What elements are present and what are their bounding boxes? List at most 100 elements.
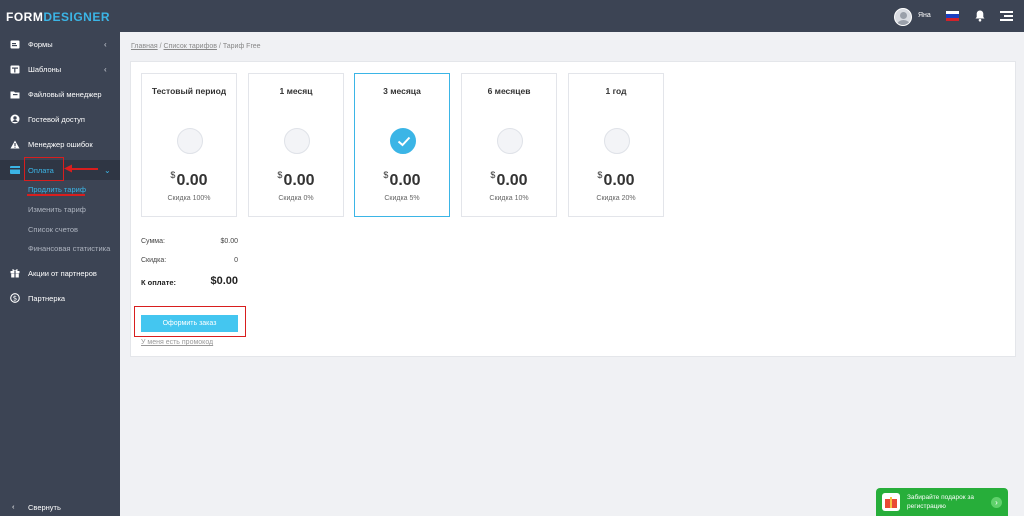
sidebar-item-forms[interactable]: Формы ‹ [0, 34, 120, 54]
plan-discount: Скидка 5% [384, 195, 420, 202]
breadcrumb-tariffs-link[interactable]: Список тарифов [164, 43, 217, 50]
currency-symbol: $ [597, 170, 603, 180]
chevron-right-icon[interactable]: › [991, 497, 1002, 508]
username[interactable]: Яна [918, 12, 931, 19]
sum-value: $0.00 [220, 238, 238, 245]
plan-price: $0.00 [249, 170, 343, 190]
plan-discount: Скидка 0% [278, 195, 314, 202]
sidebar-item-label: Формы [28, 39, 53, 49]
breadcrumb-separator: / [159, 43, 162, 50]
logo-text-form: FORM [6, 10, 44, 24]
plan-1-month[interactable]: 1 месяц $0.00 Скидка 0% [248, 73, 344, 217]
chevron-left-icon: ‹ [104, 64, 107, 74]
chevron-down-icon: ⌄ [104, 165, 111, 175]
plan-name: Тестовый период [151, 86, 227, 96]
submenu-extend-tariff[interactable]: Продлить тариф [28, 185, 86, 194]
bell-icon[interactable] [975, 10, 985, 22]
gift-icon [10, 268, 20, 278]
plan-name: 1 год [605, 86, 627, 96]
plan-price: $0.00 [355, 170, 449, 190]
gift-banner[interactable]: Забирайте подарок за регистрацию › [876, 488, 1008, 516]
currency-symbol: $ [277, 170, 283, 180]
card-icon [10, 165, 20, 175]
promo-code-link[interactable]: У меня есть промокод [141, 339, 213, 346]
templates-icon [10, 64, 20, 74]
avatar[interactable] [894, 8, 912, 26]
user-circle-icon [10, 114, 20, 124]
plan-discount: Скидка 20% [596, 195, 636, 202]
sidebar-item-file-manager[interactable]: Файловый менеджер [0, 84, 120, 104]
sidebar-item-label: Акции от партнеров [28, 268, 97, 278]
plan-1-year[interactable]: 1 год $0.00 Скидка 20% [568, 73, 664, 217]
annotation-arrow-head [64, 164, 72, 173]
flag-ru-icon[interactable] [946, 11, 959, 21]
sidebar: Формы ‹ Шаблоны ‹ Файловый менеджер Гост… [0, 32, 120, 516]
plan-radio[interactable] [497, 128, 523, 154]
plan-discount: Скидка 100% [167, 195, 211, 202]
plan-price: $0.00 [142, 170, 236, 190]
place-order-button[interactable]: Оформить заказ [141, 315, 238, 332]
plan-radio-checked[interactable] [390, 128, 416, 154]
top-bar: FORMDESIGNER Яна [0, 0, 1024, 32]
checkmark-icon [397, 136, 411, 147]
forms-icon [10, 39, 20, 49]
plan-radio[interactable] [177, 128, 203, 154]
chevron-left-icon: ‹ [12, 502, 15, 511]
svg-text:$: $ [13, 295, 17, 303]
sidebar-item-guest-access[interactable]: Гостевой доступ [0, 109, 120, 129]
logo-text-designer: DESIGNER [43, 10, 111, 24]
currency-symbol: $ [170, 170, 176, 180]
plan-3-months[interactable]: 3 месяца $0.00 Скидка 5% [354, 73, 450, 217]
sidebar-item-label: Файловый менеджер [28, 89, 102, 99]
menu-icon[interactable] [1000, 11, 1013, 21]
plan-name: 3 месяца [383, 86, 421, 96]
breadcrumb-separator: / [218, 43, 221, 50]
gift-banner-text: Забирайте подарок за регистрацию [907, 494, 974, 510]
sidebar-item-label: Шаблоны [28, 64, 62, 74]
discount-value: 0 [234, 257, 238, 264]
sidebar-item-templates[interactable]: Шаблоны ‹ [0, 59, 120, 79]
sidebar-item-label: Гостевой доступ [28, 114, 85, 124]
sidebar-item-label: Менеджер ошибок [28, 139, 93, 149]
annotation-arrow-line [70, 168, 98, 170]
folder-icon [10, 89, 20, 99]
breadcrumb-home-link[interactable]: Главная [131, 43, 158, 50]
breadcrumb: Главная / Список тарифов / Тариф Free [131, 43, 261, 50]
discount-label: Скидка: [141, 257, 167, 264]
collapse-sidebar-button[interactable]: ‹ Свернуть [0, 498, 120, 516]
price-value: 0.00 [603, 172, 635, 189]
collapse-label: Свернуть [28, 503, 61, 512]
sidebar-item-partner-promos[interactable]: Акции от партнеров [0, 263, 120, 283]
price-value: 0.00 [283, 172, 315, 189]
annotation-underline-extend [27, 194, 85, 196]
plan-radio[interactable] [284, 128, 310, 154]
plan-discount: Скидка 10% [489, 195, 529, 202]
plan-price: $0.00 [462, 170, 556, 190]
plan-trial[interactable]: Тестовый период $0.00 Скидка 100% [141, 73, 237, 217]
price-value: 0.00 [389, 172, 421, 189]
submenu-financial-stats[interactable]: Финансовая статистика [28, 244, 110, 253]
submenu-invoices[interactable]: Список счетов [28, 225, 78, 234]
logo[interactable]: FORMDESIGNER [6, 10, 110, 24]
breadcrumb-current: Тариф Free [222, 43, 261, 50]
currency-symbol: $ [383, 170, 389, 180]
total-value: $0.00 [210, 275, 238, 287]
plan-radio[interactable] [604, 128, 630, 154]
warning-icon [10, 139, 20, 149]
sum-label: Сумма: [141, 238, 165, 245]
gift-icon [882, 493, 900, 511]
submenu-change-tariff[interactable]: Изменить тариф [28, 205, 86, 214]
plan-price: $0.00 [569, 170, 663, 190]
plan-6-months[interactable]: 6 месяцев $0.00 Скидка 10% [461, 73, 557, 217]
sidebar-item-error-manager[interactable]: Менеджер ошибок [0, 134, 120, 154]
sidebar-item-affiliate[interactable]: $ Партнерка [0, 288, 120, 308]
price-value: 0.00 [496, 172, 528, 189]
sidebar-item-label: Партнерка [28, 293, 66, 303]
plan-name: 1 месяц [279, 86, 313, 96]
dollar-icon: $ [10, 293, 20, 303]
price-value: 0.00 [176, 172, 208, 189]
total-label: К оплате: [141, 278, 177, 287]
chevron-left-icon: ‹ [104, 39, 107, 49]
currency-symbol: $ [490, 170, 496, 180]
annotation-box-payment [24, 157, 64, 181]
